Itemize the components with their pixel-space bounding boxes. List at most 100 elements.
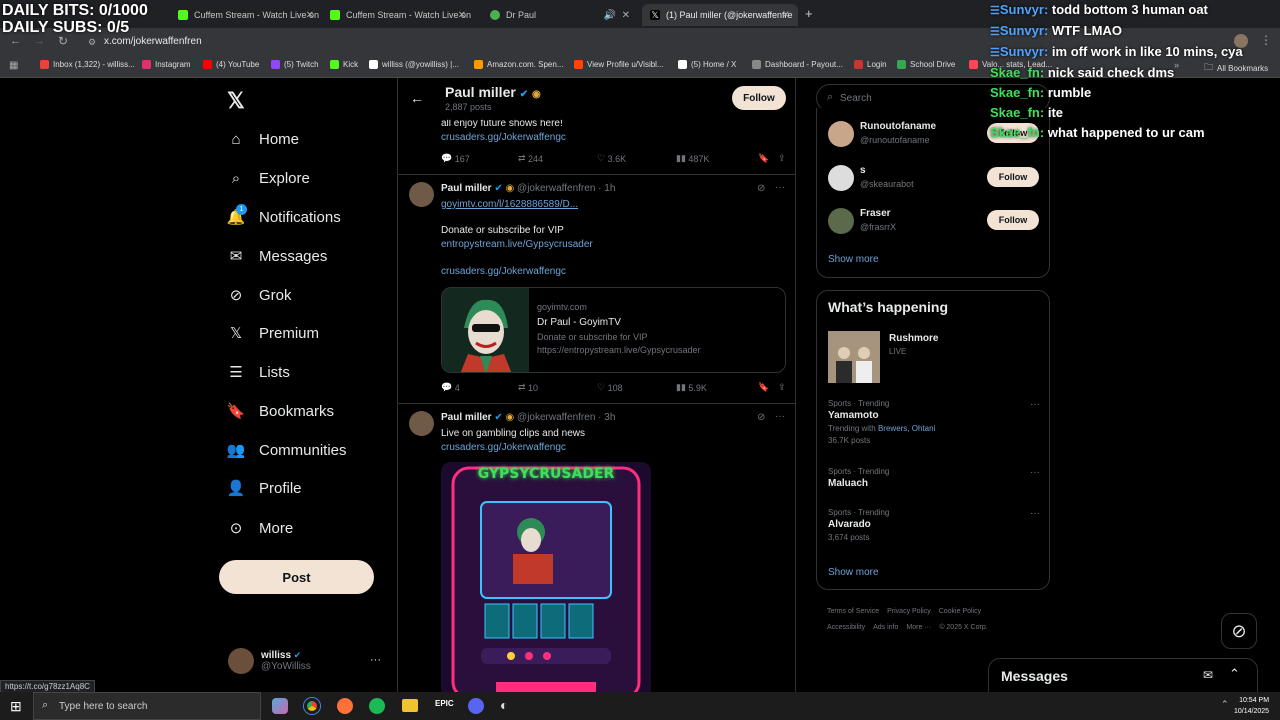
browser-tab[interactable]: Cuffem Stream - Watch Live on ✕ [322,4,474,26]
browser-tab[interactable]: Dr Paul 🔊 ✕ [482,4,638,26]
windows-start-icon[interactable]: ⊞ [10,698,22,715]
back-icon[interactable]: ← [10,35,21,47]
browser-tab-active[interactable]: 𝕏 (1) Paul miller (@jokerwaffenfre ✕ [642,4,798,26]
bookmark-item[interactable]: Kick [330,60,358,69]
more-dots-icon[interactable]: ··· [1030,399,1040,410]
close-tab-icon[interactable]: ✕ [782,10,790,21]
new-tab-button[interactable]: + [805,6,813,21]
account-switcher[interactable]: williss ✔ @YoWilliss ··· [228,648,381,674]
follow-button[interactable]: Follow [987,210,1039,230]
close-tab-icon[interactable]: ✕ [458,10,466,21]
browser-tab[interactable]: Cuffem Stream - Watch Live on ✕ [170,4,322,26]
bookmark-item[interactable]: (4) YouTube [203,60,259,69]
like-button[interactable]: ♡ 108 [597,382,676,393]
nav-item-explore[interactable]: ⌕ Explore [227,169,310,187]
reload-icon[interactable]: ↻ [58,34,68,48]
trend-item[interactable]: Sports · Trending Alvarado 3,674 posts ··· [828,508,1040,542]
nav-item-more[interactable]: ⊙ More [227,519,293,538]
tweet-link[interactable]: crusaders.gg/Jokerwaffengc [441,266,566,277]
avatar[interactable] [409,411,434,436]
bookmark-item[interactable]: Amazon.com. Spen... [474,60,563,69]
more-dots-icon[interactable]: ··· [775,411,785,422]
discord-icon[interactable] [468,698,484,714]
follow-suggestion[interactable]: Fraser @frasrrX Follow [817,205,1049,245]
tweet-link[interactable]: goyimtv.com/l/16288865​89/D... [441,199,578,210]
trend-item[interactable]: Sports · Trending Maluach ··· [828,467,1040,489]
file-explorer-icon[interactable] [402,699,418,712]
more-dots-icon[interactable]: ··· [370,654,381,666]
tweet-link[interactable]: crusaders.gg/Jokerwaffengc [441,132,566,143]
more-dots-icon[interactable]: ··· [775,182,785,193]
bookmark-icon[interactable]: 🔖 [758,382,778,393]
chevron-up-icon[interactable]: ⌃ [1229,666,1240,682]
footer-link[interactable]: Cookie Policy [939,608,981,615]
tweet-link[interactable]: crusaders.gg/Jokerwaffengc [441,442,566,453]
nav-item-profile[interactable]: 👤 Profile [227,479,302,498]
footer-link[interactable]: More ··· [906,624,931,631]
grok-icon[interactable]: ⊘ [1221,613,1257,649]
footer-link[interactable]: Accessibility [827,624,865,631]
show-more-link[interactable]: Show more [828,567,879,578]
retweet-button[interactable]: ⇄ 10 [518,382,597,393]
messages-drawer[interactable]: Messages ✉ ⌃ [988,658,1258,694]
live-title[interactable]: Rushmore [889,333,938,344]
clock[interactable]: 10:54 PM 10/14/2025 [1234,695,1269,717]
retweet-button[interactable]: ⇄ 244 [518,153,597,164]
bookmark-item[interactable]: (5) Home / X [678,60,736,69]
chrome-icon[interactable] [304,698,320,714]
share-icon[interactable]: ⇪ [778,153,786,164]
bookmark-item[interactable]: Inbox (1,322) - williss... [40,60,135,69]
close-tab-icon[interactable]: ✕ [622,10,630,21]
share-icon[interactable]: ⇪ [778,382,786,393]
footer-link[interactable]: Privacy Policy [887,608,931,615]
nav-item-home[interactable]: ⌂ Home [227,130,299,148]
like-button[interactable]: ♡ 3.6K [597,153,676,164]
site-info-icon[interactable]: ⚙ [88,37,96,48]
bookmark-item[interactable]: williss (@yowilliss) |... [369,60,459,69]
views-button[interactable]: ▮▮ 487K [676,153,758,164]
more-dots-icon[interactable]: ··· [1030,508,1040,519]
url-field[interactable]: x.com/jokerwaffenfren [104,36,202,47]
follow-button[interactable]: Follow [987,167,1039,187]
tweet-link[interactable]: entropystream.live/Gypsycrusader [441,239,593,250]
post-button[interactable]: Post [219,560,374,594]
epic-games-icon[interactable]: EPIC [435,699,454,708]
footer-link[interactable]: Ads info [873,624,898,631]
reply-button[interactable]: 💬 167 [441,153,518,164]
more-dots-icon[interactable]: ··· [1030,467,1040,478]
firefox-icon[interactable] [337,698,353,714]
new-message-icon[interactable]: ✉ [1203,668,1213,682]
back-arrow-icon[interactable]: ← [410,90,424,106]
copilot-icon[interactable] [272,698,288,714]
show-more-link[interactable]: Show more [828,254,879,265]
bookmark-item[interactable]: Login [854,60,887,69]
avatar[interactable] [409,182,434,207]
reply-button[interactable]: 💬 4 [441,382,518,393]
bookmark-icon[interactable]: 🔖 [758,153,778,164]
bookmark-item[interactable]: Instagram [142,60,191,69]
app-icon[interactable]: ◐ [500,697,508,713]
taskbar-search[interactable]: ⌕ Type here to search [33,692,261,720]
follow-suggestion[interactable]: s @skeaurabot Follow [817,162,1049,202]
trend-item[interactable]: Sports · Trending Yamamoto Trending with B… [828,399,1040,445]
speaker-icon[interactable]: 🔊 [604,10,616,21]
bookmark-item[interactable]: School Drive [897,60,955,69]
bookmark-item[interactable]: Dashboard - Payout... [752,60,843,69]
spotify-icon[interactable] [369,698,385,714]
link-card[interactable]: goyimtv.com Dr Paul - GoyimTV Donate or … [441,287,786,373]
nav-item-lists[interactable]: ☰ Lists [227,363,290,382]
search-input[interactable]: Search [840,93,872,104]
footer-link[interactable]: © 2025 X Corp. [939,624,987,631]
nav-item-communities[interactable]: 👥 Communities [227,441,347,460]
live-thumbnail[interactable] [828,331,880,383]
tray-chevron-icon[interactable]: ⌃ [1221,699,1229,710]
nav-item-bookmarks[interactable]: 🔖 Bookmarks [227,402,334,421]
nav-item-grok[interactable]: ⊘ Grok [227,286,292,305]
nav-item-premium[interactable]: 𝕏 Premium [227,324,319,343]
nav-item-messages[interactable]: ✉ Messages [227,247,328,266]
follow-button[interactable]: Follow [732,86,786,110]
grok-icon[interactable]: ⊘ [757,412,765,423]
grok-icon[interactable]: ⊘ [757,183,765,194]
x-logo-icon[interactable]: 𝕏 [227,88,245,114]
apps-grid-icon[interactable]: ▦ [9,60,18,71]
